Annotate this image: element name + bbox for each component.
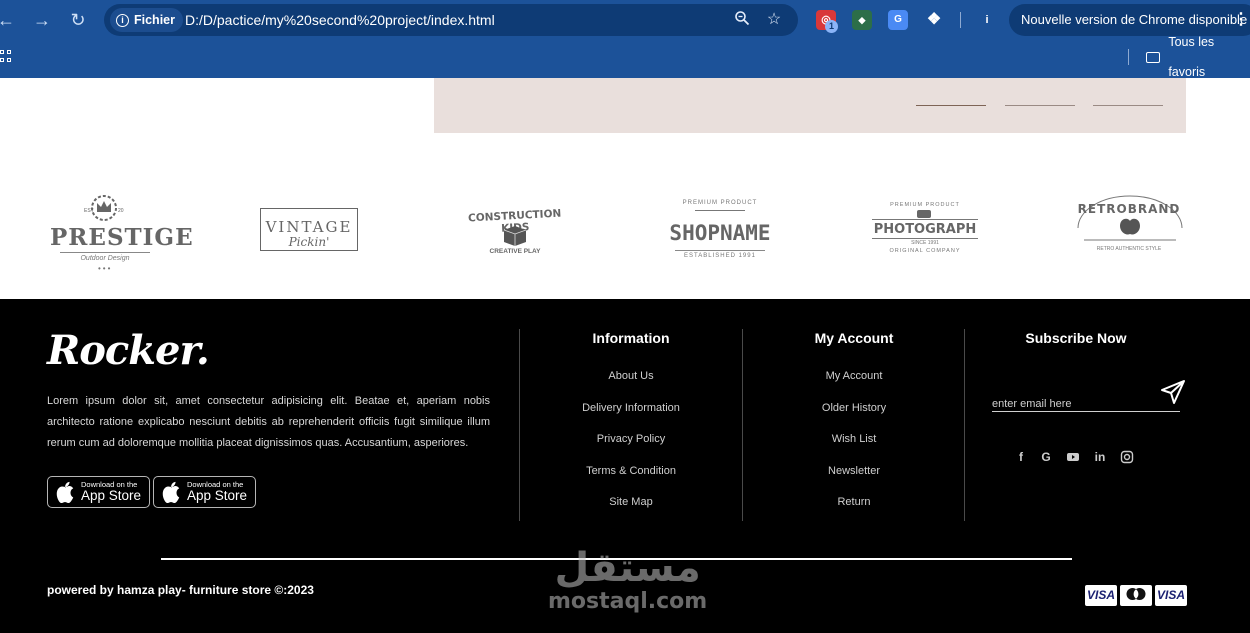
watermark-arabic: مستقل [554, 545, 701, 591]
information-heading: Information [592, 330, 670, 346]
brand-subtext-bottom: ORIGINAL COMPANY [889, 248, 961, 254]
slider-indicator-active[interactable] [916, 105, 986, 106]
visa-icon: VISA [1155, 585, 1187, 606]
translate-icon[interactable]: G [888, 10, 908, 30]
information-column: Information About Us Delivery Informatio… [520, 329, 742, 526]
footer-link-newsletter[interactable]: Newsletter [743, 463, 965, 495]
browser-chrome: ← → ↻ i Fichier D:/D/pactice/my%20second… [0, 0, 1250, 79]
brand-logo-vintage[interactable]: VINTAGE Pickin' [244, 188, 374, 278]
footer-link-sitemap[interactable]: Site Map [520, 494, 742, 526]
footer-link-return[interactable]: Return [743, 494, 965, 526]
site-footer: Rocker. Lorem ipsum dolor sit, amet cons… [0, 299, 1250, 633]
youtube-icon[interactable] [1066, 450, 1080, 464]
brand-name: PRESTIGE [50, 224, 194, 251]
footer-link-delivery[interactable]: Delivery Information [520, 400, 742, 432]
brand-name: RETROBRAND [1077, 202, 1181, 216]
forward-arrow-icon[interactable]: → [32, 10, 52, 30]
copyright-text: powered by hamza play- furniture store ©… [47, 583, 314, 597]
visa-icon: VISA [1085, 585, 1117, 606]
subscribe-heading: Subscribe Now [1025, 330, 1127, 346]
instagram-icon[interactable] [1120, 450, 1134, 464]
account-heading: My Account [814, 330, 894, 346]
web-page: EST 20 PRESTIGE Outdoor Design ••• VINTA… [0, 78, 1250, 633]
brand-logo-prestige[interactable]: EST 20 PRESTIGE Outdoor Design ••• [40, 188, 194, 278]
bookmarks-separator [1128, 49, 1129, 65]
all-bookmarks-button[interactable]: Tous les favoris [1146, 35, 1250, 79]
toolbar-separator [960, 12, 961, 28]
linkedin-icon[interactable]: in [1093, 450, 1107, 464]
brand-subtext: CREATIVE PLAY [489, 248, 541, 255]
watermark-latin: mostaql.com [548, 589, 708, 614]
brand-subtext-bottom: ESTABLISHED 1991 [675, 250, 765, 259]
extension-shield-icon[interactable]: ◆ [852, 10, 872, 30]
brand-subtext: Pickin' [288, 235, 330, 249]
brand-name: VINTAGE [265, 218, 353, 236]
reload-icon[interactable]: ↻ [68, 10, 88, 30]
slider-indicator[interactable] [1005, 105, 1075, 106]
extension-badge: 1 [825, 20, 838, 33]
brand-subtext-top: PREMIUM PRODUCT [890, 202, 960, 208]
site-info-chip[interactable]: i Fichier [110, 8, 183, 32]
facebook-icon[interactable]: f [1014, 450, 1028, 464]
mastercard-icon [1120, 585, 1152, 606]
store-big-label: App Store [81, 488, 142, 503]
back-arrow-icon[interactable]: ← [0, 10, 16, 30]
camera-icon [917, 210, 931, 218]
footer-link-my-account[interactable]: My Account [743, 368, 965, 400]
brand-subtext: Outdoor Design [60, 252, 150, 262]
brand-logo-construction-kids[interactable]: CONSTRUCTION KIDS CREATIVE PLAY [450, 188, 580, 278]
apps-grid-icon[interactable] [0, 50, 12, 62]
brand-logo-photograph[interactable]: PREMIUM PRODUCT PHOTOGRAPH SINCE 1991 OR… [860, 188, 990, 278]
address-bar[interactable]: i Fichier D:/D/pactice/my%20second%20pro… [104, 4, 798, 36]
profile-info-icon[interactable]: i [977, 10, 997, 30]
google-icon[interactable]: G [1039, 450, 1053, 464]
footer-link-terms[interactable]: Terms & Condition [520, 463, 742, 495]
watermark: مستقل mostaql.com [548, 546, 707, 614]
brand-logo-retrobrand[interactable]: RETROBRAND RETRO AUTHENTIC STYLE [1064, 188, 1194, 278]
brand-subtext-mid: SINCE 1991 [911, 240, 939, 246]
brand-logo-shopname[interactable]: PREMIUM PRODUCT SHOPNAME ESTABLISHED 199… [655, 188, 785, 278]
puzzle-icon[interactable]: ❖ [924, 10, 944, 30]
folder-icon [1146, 51, 1161, 63]
app-store-button[interactable]: Download on the App Store [153, 476, 256, 508]
email-input[interactable] [992, 396, 1180, 412]
footer-about-text: Lorem ipsum dolor sit, amet consectetur … [47, 395, 490, 449]
subscribe-column: Subscribe Now [965, 329, 1187, 346]
zoom-icon[interactable] [732, 10, 752, 30]
brand-name: SHOPNAME [669, 221, 771, 245]
footer-link-privacy[interactable]: Privacy Policy [520, 431, 742, 463]
brand-logos-row: EST 20 PRESTIGE Outdoor Design ••• VINTA… [0, 188, 1250, 278]
url-text[interactable]: D:/D/pactice/my%20second%20project/index… [185, 4, 495, 36]
extension-red-icon[interactable]: ◎ 1 [816, 10, 838, 33]
brand-subtext: RETRO AUTHENTIC STYLE [1096, 246, 1162, 252]
apple-icon [56, 481, 74, 503]
footer-logo[interactable]: Rocker. [47, 327, 210, 374]
browser-toolbar: ← → ↻ i Fichier D:/D/pactice/my%20second… [0, 0, 1250, 40]
apple-icon [162, 481, 180, 503]
brand-subtext-top: PREMIUM PRODUCT [682, 200, 758, 206]
star-icon[interactable]: ☆ [764, 10, 784, 30]
account-column: My Account My Account Older History Wish… [743, 329, 965, 526]
hero-band [434, 78, 1186, 133]
footer-link-wish-list[interactable]: Wish List [743, 431, 965, 463]
site-info-label: Fichier [134, 13, 175, 27]
footer-link-older-history[interactable]: Older History [743, 400, 965, 432]
brand-dots: ••• [98, 264, 113, 273]
brand-rule [695, 210, 745, 216]
store-big-label: App Store [187, 488, 248, 503]
send-icon[interactable] [1160, 379, 1186, 405]
brand-name: PHOTOGRAPH [872, 219, 978, 239]
bookmarks-bar: Tous les favoris [0, 35, 1250, 79]
svg-text:20: 20 [118, 208, 124, 214]
slider-indicator[interactable] [1093, 105, 1163, 106]
update-text: Nouvelle version de Chrome disponible [1021, 12, 1248, 27]
info-icon: i [116, 13, 129, 27]
footer-link-about-us[interactable]: About Us [520, 368, 742, 400]
app-store-button[interactable]: Download on the App Store [47, 476, 150, 508]
svg-text:EST: EST [84, 208, 94, 214]
